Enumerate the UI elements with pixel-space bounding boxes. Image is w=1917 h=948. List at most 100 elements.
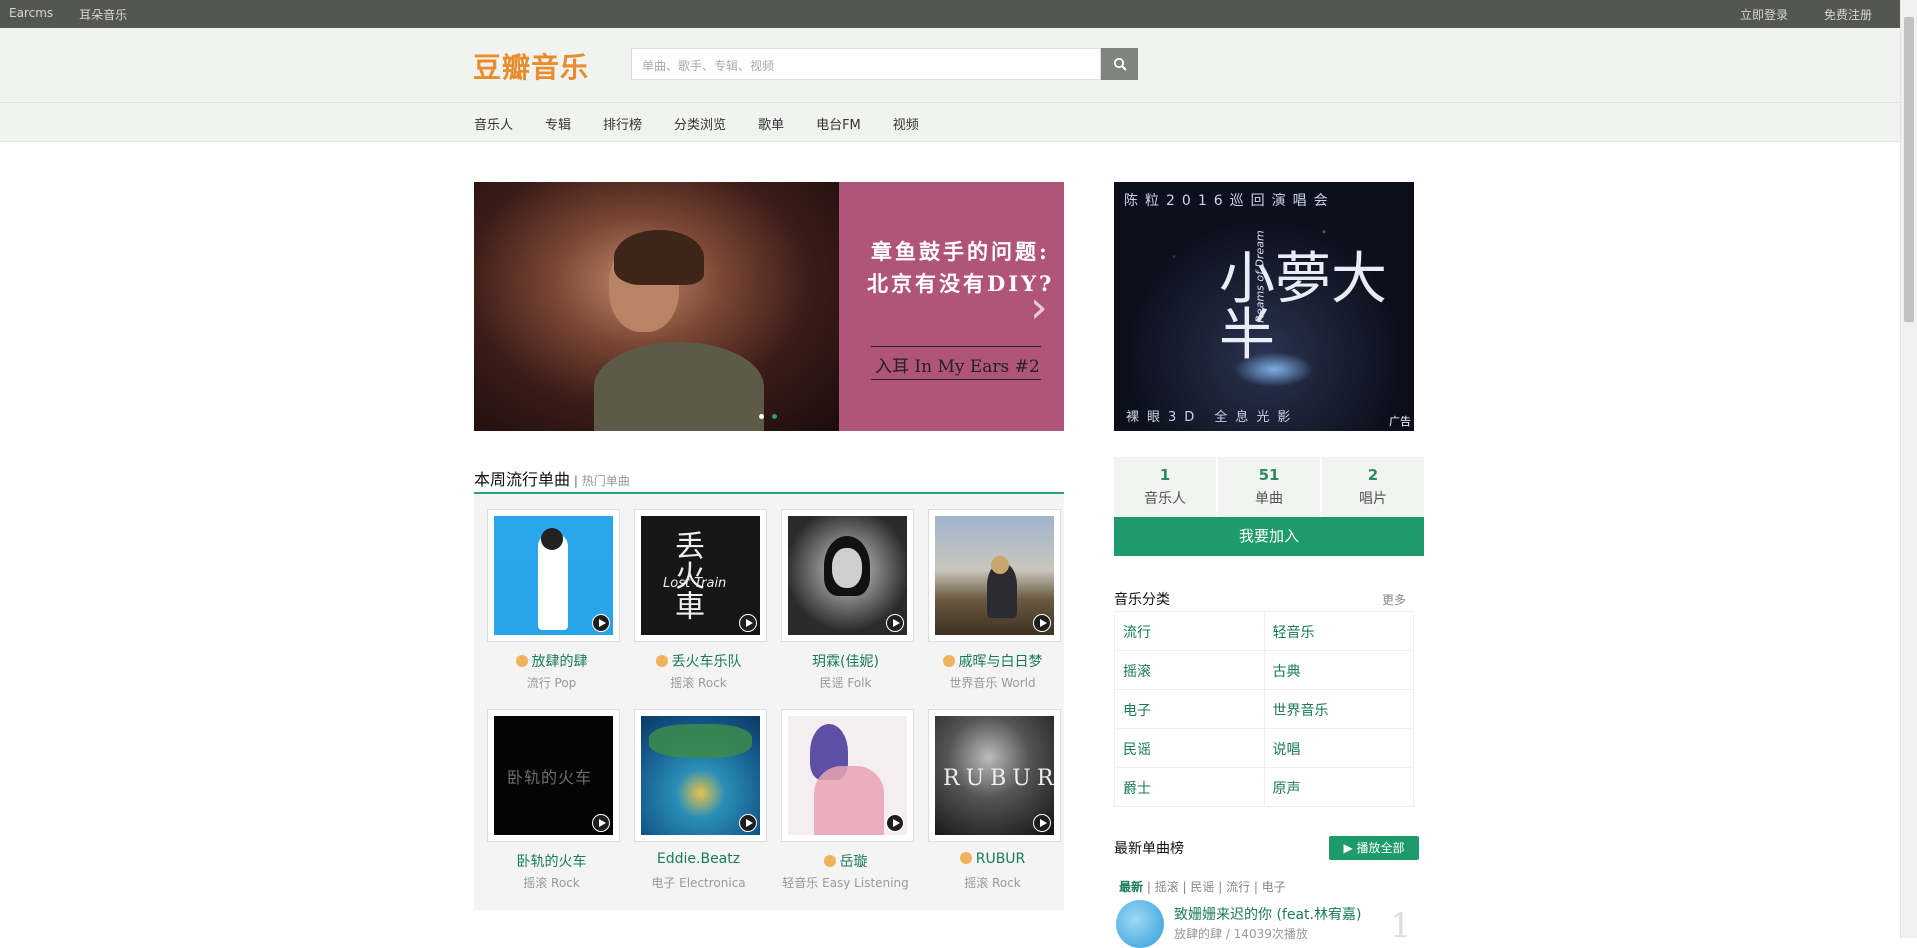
genre-folk[interactable]: 民谣 [1114,729,1264,767]
genre-rock[interactable]: 摇滚 [1114,651,1264,689]
single-cover[interactable] [928,509,1061,642]
single-cover[interactable] [781,709,914,842]
nav-playlists[interactable]: 歌单 [758,114,784,133]
genre-classical[interactable]: 古典 [1263,651,1414,689]
play-icon[interactable] [592,814,610,832]
musician-badge-icon [515,655,528,667]
search-button[interactable] [1101,48,1138,80]
search-icon [1113,57,1127,71]
single-cover[interactable]: 丢火車 Lost Train [634,509,767,642]
tab-rock[interactable]: 摇滚 [1155,880,1179,894]
carousel-dot-2[interactable] [772,414,777,419]
single-cover[interactable] [781,509,914,642]
banner-line-3: 入耳 In My Ears #2 [875,357,1040,377]
single-genre: 摇滚 Rock [523,876,580,890]
stat-records[interactable]: 2 唱片 [1322,457,1424,517]
play-icon[interactable] [592,614,610,632]
genre-header: 音乐分类 更多 [1114,589,1414,609]
drummer-photo [474,182,839,431]
play-icon[interactable] [739,814,757,832]
single-genre: 民谣 Folk [819,676,872,690]
genre-easy[interactable]: 轻音乐 [1263,612,1414,650]
single-artist[interactable]: 丢火车乐队 [625,651,772,671]
genre-title: 音乐分类 [1114,592,1170,608]
song-rank: 1 [1390,906,1412,946]
play-all-button[interactable]: ▶ 播放全部 [1329,836,1419,860]
genre-electronic[interactable]: 电子 [1114,690,1264,728]
artist-name: 岳璇 [839,854,868,870]
play-icon[interactable] [739,614,757,632]
single-genre: 摇滚 Rock [670,676,727,690]
song-meta: 放肆的肆 / 14039次播放 [1174,927,1308,941]
nav-videos[interactable]: 视频 [893,114,919,133]
singles-title[interactable]: 本周流行单曲 [474,470,570,489]
single-artist[interactable]: RUBUR [919,851,1066,867]
carousel-next-icon[interactable]: › [1030,282,1048,333]
ad-tag: 广告 [1389,415,1411,428]
site-link-erduo[interactable]: 耳朵音乐 [79,6,127,23]
single-artist[interactable]: Eddie.Beatz [625,851,772,867]
login-link[interactable]: 立即登录 [1740,6,1788,23]
singles-header: 本周流行单曲 | 热门单曲 [474,466,1064,494]
stat-musicians[interactable]: 1 音乐人 [1114,457,1218,517]
nav-musicians[interactable]: 音乐人 [474,114,513,133]
play-icon[interactable] [1033,814,1051,832]
play-icon[interactable] [1033,614,1051,632]
search-input[interactable]: 单曲、歌手、专辑、视频 [631,48,1101,80]
single-artist[interactable]: 玥霖(佳妮) [772,651,919,671]
singles-grid: 放肆的肆 流行 Pop 丢火車 Lost Train 丢火车乐队 摇滚 Rock… [474,494,1064,910]
nav-browse[interactable]: 分类浏览 [674,114,726,133]
genre-world[interactable]: 世界音乐 [1263,690,1414,728]
single-artist[interactable]: 戚晖与白日梦 [919,651,1066,671]
stat-number: 1 [1159,466,1171,484]
musician-badge-icon [942,655,955,667]
single-cover[interactable]: 卧轨的火车 [487,709,620,842]
single-cover[interactable]: RUBUR [928,709,1061,842]
single-artist[interactable]: 放肆的肆 [478,651,625,671]
carousel-dot-1[interactable] [759,414,764,419]
single-genre: 电子 Electronica [651,876,746,890]
musician-badge-icon [655,655,668,667]
hot-singles-link[interactable]: 热门单曲 [582,474,630,488]
musician-badge-icon [823,855,836,867]
page-scrollbar[interactable] [1900,0,1917,938]
register-link[interactable]: 免费注册 [1824,6,1872,23]
site-logo[interactable]: 豆瓣音乐 [473,46,589,86]
song-title[interactable]: 致姗姗来迟的你 (feat.林宥嘉) [1174,904,1361,924]
nav-albums[interactable]: 专辑 [545,114,571,133]
single-cover[interactable] [634,709,767,842]
play-icon[interactable] [886,814,904,832]
scrollbar-thumb[interactable] [1904,17,1914,322]
tab-folk[interactable]: 民谣 [1190,880,1214,894]
single-genre: 世界音乐 World [949,676,1036,690]
concert-ad[interactable]: 陈粒2016巡回演唱会 小夢大半 Reams of Dream 裸眼3D 全息光… [1114,182,1414,431]
tab-latest[interactable]: 最新 [1119,880,1143,894]
single-artist[interactable]: 卧轨的火车 [478,851,625,871]
genre-rap[interactable]: 说唱 [1263,729,1414,767]
nav-charts[interactable]: 排行榜 [603,114,642,133]
genre-more-link[interactable]: 更多 [1382,591,1406,608]
carousel-dots [759,414,777,419]
tab-pop[interactable]: 流行 [1226,880,1250,894]
stat-label: 唱片 [1359,491,1387,507]
single-genre: 摇滚 Rock [964,876,1021,890]
ad-bottom-text: 裸眼3D 全息光影 [1126,410,1299,425]
genre-soundtrack[interactable]: 原声 [1263,768,1414,806]
stat-singles[interactable]: 51 单曲 [1218,457,1322,517]
genre-jazz[interactable]: 爵士 [1114,768,1264,806]
site-link-earcms[interactable]: Earcms [9,6,53,23]
join-button[interactable]: 我要加入 [1114,517,1424,556]
song-avatar[interactable] [1116,900,1164,948]
musician-badge-icon [959,852,972,864]
banner-line-1: 章鱼鼓手的问题: [871,239,1050,264]
header-separator: | [573,474,578,488]
genre-pop[interactable]: 流行 [1114,612,1264,650]
ad-title: 小夢大半 [1219,247,1387,368]
hero-carousel[interactable]: 章鱼鼓手的问题: 北京有没有DIY? 入耳 In My Ears #2 › [474,182,1064,431]
play-icon[interactable] [886,614,904,632]
nav-radio[interactable]: 电台FM [816,114,861,133]
single-artist[interactable]: 岳璇 [772,851,919,871]
single-cover[interactable] [487,509,620,642]
tab-electronic[interactable]: 电子 [1262,880,1286,894]
stat-number: 2 [1367,466,1379,484]
